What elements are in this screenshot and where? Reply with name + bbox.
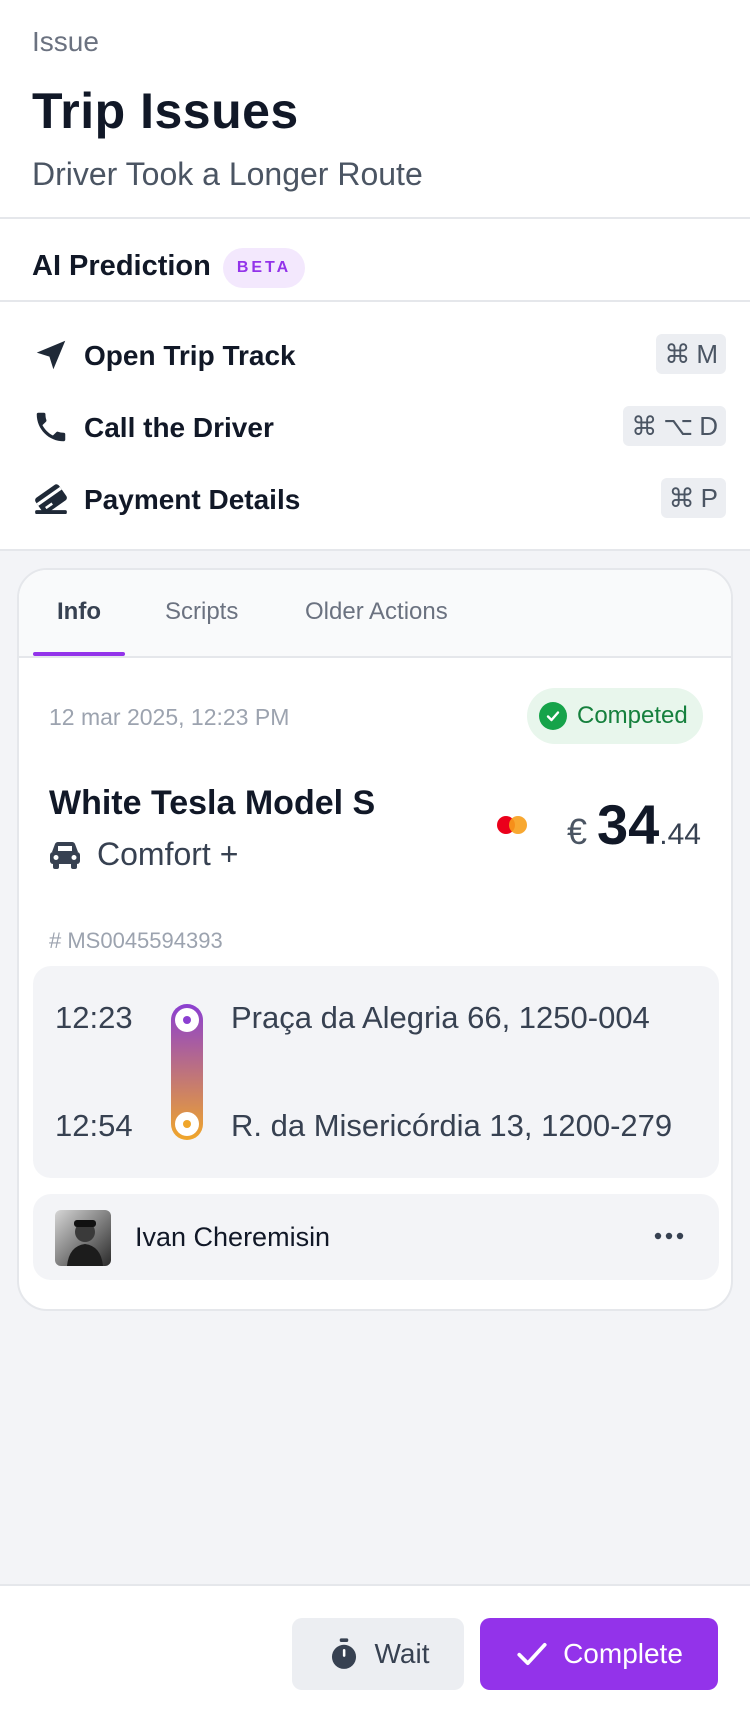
price-decimal: .44: [659, 818, 701, 851]
shortcut-key: P: [700, 482, 718, 513]
shortcut-key: D: [699, 410, 718, 441]
shortcut-key: ⌘: [668, 482, 695, 513]
tab-bar: Info Scripts Older Actions: [19, 570, 731, 658]
active-tab-indicator: [33, 652, 125, 656]
action-label: Call the Driver: [84, 412, 274, 443]
open-trip-track-button[interactable]: Open Trip Track ⌘ M: [0, 326, 750, 386]
tab-scripts[interactable]: Scripts: [165, 598, 238, 626]
shortcut-key: ⌘: [664, 338, 691, 369]
section-label: Issue: [32, 26, 99, 57]
shortcut-key: M: [696, 338, 718, 369]
more-options-icon[interactable]: [651, 1222, 687, 1250]
status-text: Competed: [577, 702, 688, 729]
payment-details-button[interactable]: Payment Details ⌘ P: [0, 470, 750, 530]
stopwatch-icon: [331, 1638, 356, 1669]
credit-card-icon: [35, 484, 67, 515]
trip-price: € 34 .44: [567, 792, 701, 857]
complete-button[interactable]: Complete: [480, 1618, 718, 1690]
price-currency: €: [566, 811, 587, 852]
trip-datetime: 12 mar 2025, 12:23 PM: [49, 704, 290, 730]
complete-label: Complete: [563, 1638, 683, 1669]
car-class: Comfort +: [97, 836, 239, 872]
bottom-action-bar: Wait Complete: [0, 1584, 750, 1720]
shortcut-key: ⌥: [663, 410, 694, 441]
check-circle-icon: [539, 702, 567, 730]
dropoff-time: 12:54: [55, 1108, 133, 1143]
car-name: White Tesla Model S: [49, 784, 376, 822]
route-line: [171, 1004, 203, 1140]
avatar: [55, 1210, 111, 1266]
trip-card: Info Scripts Older Actions 12 mar 2025, …: [17, 568, 733, 1311]
beta-badge: BETA: [223, 248, 305, 288]
dropoff-address: R. da Misericórdia 13, 1200-279: [231, 1108, 673, 1143]
ai-prediction-title: AI Prediction: [32, 250, 211, 282]
mastercard-icon: [497, 816, 527, 834]
driver-name: Ivan Cheremisin: [135, 1222, 331, 1252]
page-subtitle: Driver Took a Longer Route: [32, 156, 423, 192]
price-integer: 34: [596, 793, 660, 856]
shortcut-badge: ⌘ P: [660, 478, 726, 518]
navigation-arrow-icon: [36, 340, 66, 370]
shortcut-badge: ⌘ ⌥ D: [623, 406, 726, 446]
pickup-address: Praça da Alegria 66, 1250-004: [231, 1000, 650, 1035]
divider: [0, 549, 750, 551]
car-icon: [50, 842, 80, 869]
page-title: Trip Issues: [32, 83, 299, 139]
shortcut-badge: ⌘ M: [656, 334, 726, 374]
divider: [0, 300, 750, 302]
phone-icon: [36, 412, 66, 442]
shortcut-key: ⌘: [631, 410, 658, 441]
action-label: Payment Details: [84, 484, 301, 515]
checkmark-icon: [517, 1642, 547, 1666]
call-driver-button[interactable]: Call the Driver ⌘ ⌥ D: [0, 398, 750, 458]
action-label: Open Trip Track: [84, 340, 296, 371]
dropoff-dot-icon: [175, 1112, 199, 1136]
pickup-dot-icon: [175, 1008, 199, 1032]
issue-panel: Issue Trip Issues Driver Took a Longer R…: [0, 0, 750, 551]
wait-label: Wait: [374, 1638, 430, 1669]
status-badge: Competed: [527, 688, 703, 744]
pickup-time: 12:23: [55, 1000, 133, 1035]
tab-older-actions[interactable]: Older Actions: [305, 598, 448, 626]
wait-button[interactable]: Wait: [292, 1618, 464, 1690]
route-box: 12:23 Praça da Alegria 66, 1250-004 12:5…: [33, 966, 719, 1178]
divider: [0, 217, 750, 219]
tab-info[interactable]: Info: [57, 598, 101, 626]
trip-id: # MS0045594393: [49, 928, 223, 953]
driver-row[interactable]: Ivan Cheremisin: [33, 1194, 719, 1280]
